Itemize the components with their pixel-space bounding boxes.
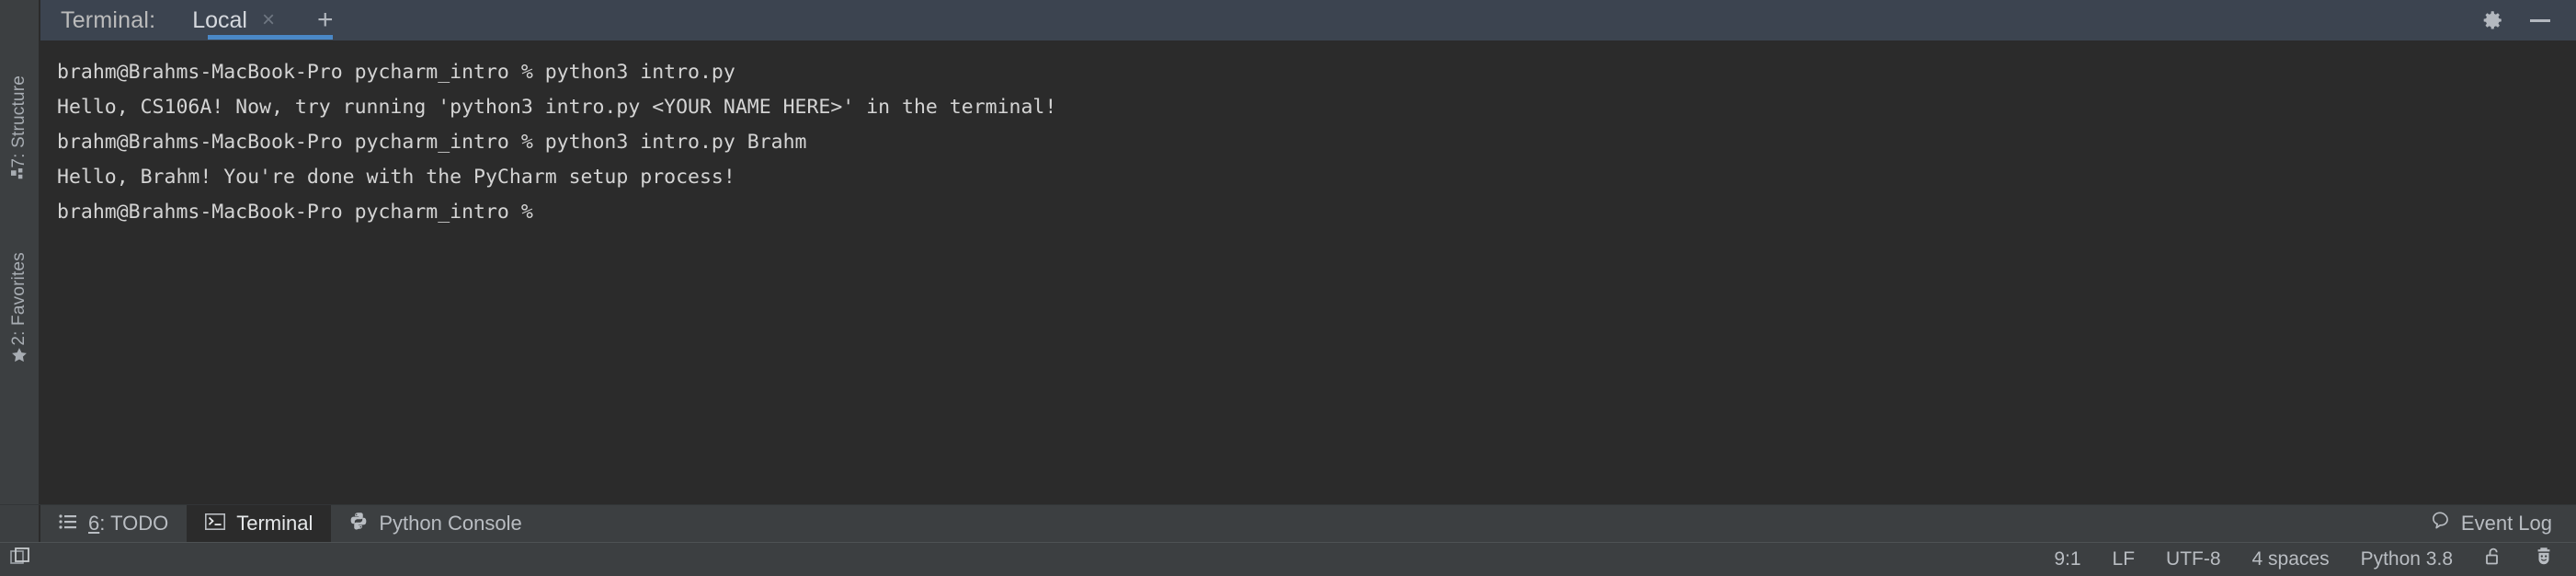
left-tool-rail: 7: Structure 2: Favorites [0, 40, 40, 536]
event-log-label: Event Log [2460, 512, 2552, 535]
tool-window-actions [2480, 0, 2576, 40]
terminal-line: brahm@Brahms-MacBook-Pro pycharm_intro %… [57, 61, 735, 84]
active-tab-indicator [208, 35, 333, 40]
sidebar-item-structure-label: 7: Structure [9, 75, 28, 168]
event-log-button[interactable]: Event Log [2430, 505, 2576, 542]
structure-icon [11, 167, 28, 190]
minimize-icon[interactable] [2530, 18, 2550, 22]
sidebar-item-structure[interactable]: 7: Structure [0, 75, 39, 197]
status-bar-widgets: 9:1 LF UTF-8 4 spaces Python 3.8 [2054, 547, 2576, 572]
todo-mnemonic: 6 [88, 512, 100, 535]
unlocked-padlock-icon[interactable] [2484, 547, 2502, 572]
balloon-icon [2430, 511, 2450, 536]
bottom-tab-todo-label: 6: TODO [88, 512, 168, 536]
hector-inspector-icon[interactable] [2534, 547, 2554, 572]
tool-window-title: Terminal: [61, 6, 156, 33]
top-left-gutter [0, 0, 40, 40]
terminal-prompt-line[interactable]: brahm@Brahms-MacBook-Pro pycharm_intro % [57, 195, 2576, 230]
terminal-icon [205, 512, 226, 536]
sidebar-item-favorites[interactable]: 2: Favorites [0, 252, 39, 376]
terminal-line-list: brahm@Brahms-MacBook-Pro pycharm_intro %… [40, 40, 2576, 230]
line-separator[interactable]: LF [2113, 548, 2136, 570]
indent-setting[interactable]: 4 spaces [2252, 548, 2330, 570]
terminal-output-pane[interactable]: brahm@Brahms-MacBook-Pro pycharm_intro %… [40, 40, 2576, 504]
terminal-tab-bar: Terminal: Local × + [40, 0, 2576, 40]
window-layout-icon [10, 547, 30, 572]
python-interpreter[interactable]: Python 3.8 [2361, 548, 2453, 570]
gear-icon[interactable] [2480, 8, 2504, 32]
terminal-line: Hello, CS106A! Now, try running 'python3… [57, 96, 1057, 119]
close-icon[interactable]: × [262, 9, 275, 31]
terminal-line: brahm@Brahms-MacBook-Pro pycharm_intro %… [57, 131, 807, 154]
caret-position[interactable]: 9:1 [2054, 548, 2080, 570]
todo-label-rest: : TODO [99, 512, 169, 535]
terminal-tab-label: Local [192, 6, 247, 33]
window-layout-button[interactable] [0, 547, 40, 572]
terminal-tool-header: Terminal: Local × + [0, 0, 2576, 40]
bottom-tab-python-console-label: Python Console [379, 512, 522, 535]
status-bar: 9:1 LF UTF-8 4 spaces Python 3.8 [0, 542, 2576, 576]
bottom-tab-terminal-label: Terminal [236, 512, 313, 535]
bottom-tool-window-bar: 6: TODO Terminal Python Console Event Lo… [0, 504, 2576, 542]
bottom-tab-terminal[interactable]: Terminal [187, 505, 332, 542]
bottom-tab-python-console[interactable]: Python Console [331, 505, 540, 542]
pycharm-window: Terminal: Local × + 7: Structure 2: Favo… [0, 0, 2576, 576]
star-icon [10, 346, 28, 369]
terminal-line: Hello, Brahm! You're done with the PyCha… [57, 166, 735, 189]
bottom-left-gutter [0, 505, 40, 542]
python-icon [349, 512, 368, 536]
sidebar-item-favorites-label: 2: Favorites [9, 252, 28, 346]
bottom-tab-todo[interactable]: 6: TODO [40, 505, 187, 542]
todo-list-icon [59, 512, 77, 536]
file-encoding[interactable]: UTF-8 [2166, 548, 2221, 570]
